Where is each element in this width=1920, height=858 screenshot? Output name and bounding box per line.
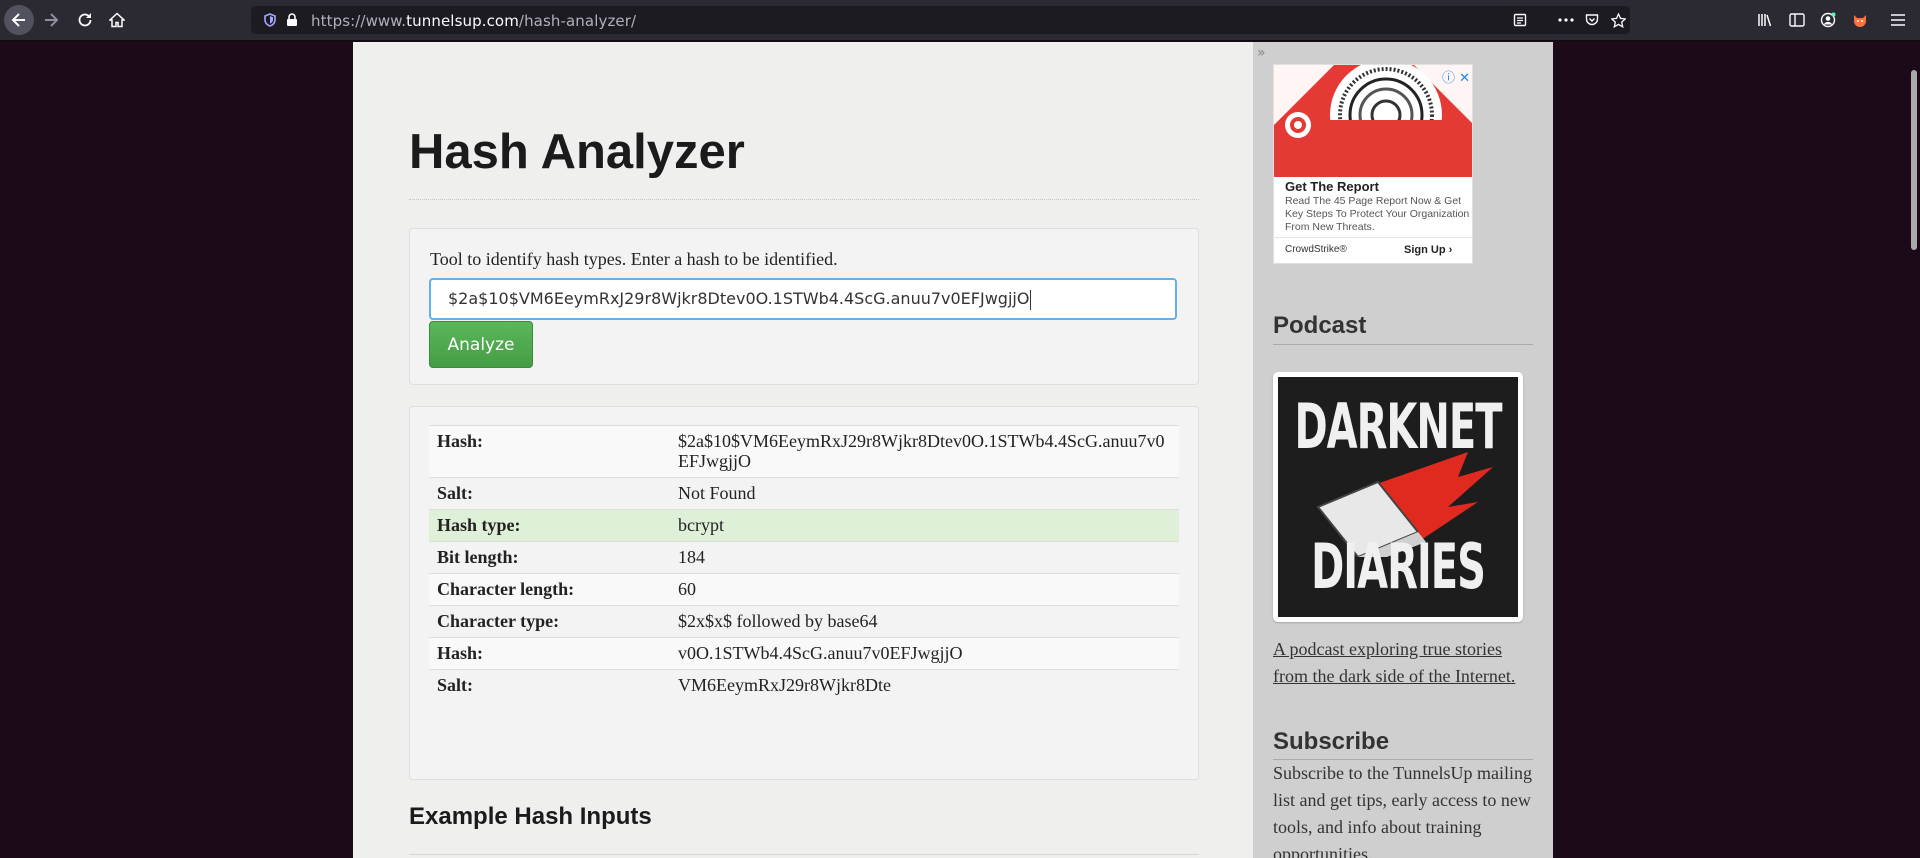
ad-image: ⓘ ✕: [1274, 65, 1472, 177]
podcast-divider: [1273, 344, 1533, 345]
more-actions-icon[interactable]: [1555, 9, 1577, 31]
scrollbar-thumb[interactable]: [1911, 70, 1917, 250]
result-key: Bit length:: [429, 541, 670, 574]
ad-cta-label: Sign Up: [1404, 244, 1446, 256]
result-value: $2x$x$ followed by base64: [670, 605, 1179, 638]
examples-divider: [409, 854, 1199, 855]
hash-form-panel: Tool to identify hash types. Enter a has…: [409, 228, 1199, 385]
hash-input-value: $2a$10$VM6EeymRxJ29r8Wjkr8Dtev0O.1STWb4.…: [448, 289, 1030, 308]
results-row: Character type: $2x$x$ followed by base64: [429, 605, 1179, 638]
page-content: Hash Analyzer Tool to identify hash type…: [353, 42, 1553, 858]
result-value: 60: [670, 573, 1179, 606]
results-row: Salt: VM6EeymRxJ29r8Wjkr8Dte: [429, 669, 1179, 701]
result-value: v0O.1STWb4.4ScG.anuu7v0EFJwgjjO: [670, 637, 1179, 670]
browser-toolbar: https://www.tunnelsup.com/hash-analyzer/: [0, 0, 1920, 41]
lock-icon[interactable]: [281, 9, 303, 31]
results-row: Bit length: 184: [429, 541, 1179, 574]
result-key: Hash type:: [429, 509, 670, 542]
url-path: /hash-analyzer/: [518, 12, 637, 30]
ad-title: Get The Report: [1285, 179, 1379, 194]
analyze-button[interactable]: Analyze: [429, 321, 533, 368]
podcast-heading: Podcast: [1273, 312, 1367, 339]
podcast-link[interactable]: A podcast exploring true stories from th…: [1273, 636, 1533, 690]
library-icon: [1758, 14, 1772, 27]
results-row: Hash type: bcrypt: [429, 509, 1179, 542]
podcast-art-line2: DIARIES: [1311, 532, 1486, 604]
chevron-right-icon: ›: [1448, 244, 1453, 256]
intro-text: Tool to identify hash types. Enter a has…: [430, 249, 838, 269]
url-scheme: https://www.: [311, 12, 407, 30]
result-key: Salt:: [429, 477, 670, 510]
ad-body: Read The 45 Page Report Now & Get Key St…: [1285, 195, 1470, 233]
ad-brand: CrowdStrike®: [1285, 244, 1347, 255]
result-value: Not Found: [670, 477, 1179, 510]
bookmark-star-icon[interactable]: [1607, 9, 1629, 31]
fox-extension-icon: [1854, 15, 1866, 27]
result-key: Salt:: [429, 669, 670, 701]
podcast-cover[interactable]: DARKNET DIARIES: [1273, 372, 1523, 622]
arrow-left-icon: [11, 13, 25, 27]
result-key: Hash:: [429, 425, 670, 478]
result-value: bcrypt: [670, 509, 1179, 542]
url-bar[interactable]: https://www.tunnelsup.com/hash-analyzer/: [251, 6, 1630, 34]
reload-button[interactable]: [70, 5, 100, 35]
library-button[interactable]: [1750, 5, 1780, 35]
home-icon: [109, 12, 125, 28]
result-value: 184: [670, 541, 1179, 574]
podcast-art: DARKNET DIARIES: [1278, 377, 1518, 617]
results-row: Character length: 60: [429, 573, 1179, 606]
result-key: Character length:: [429, 573, 670, 606]
extension-button[interactable]: [1845, 5, 1875, 35]
results-row: Hash: $2a$10$VM6EeymRxJ29r8Wjkr8Dtev0O.1S…: [429, 425, 1179, 478]
text-cursor: [1030, 289, 1032, 310]
url-text[interactable]: https://www.tunnelsup.com/hash-analyzer/: [311, 12, 636, 30]
tracking-protection-icon[interactable]: [259, 9, 281, 31]
sidebar-toggle-button[interactable]: [1782, 5, 1812, 35]
ad-divider: [1274, 237, 1472, 238]
pocket-icon[interactable]: [1581, 9, 1603, 31]
menu-button[interactable]: [1883, 5, 1913, 35]
result-value: VM6EeymRxJ29r8Wjkr8Dte: [670, 669, 1179, 701]
sidebar-icon: [1789, 13, 1805, 27]
page-title: Hash Analyzer: [409, 125, 745, 179]
reader-view-icon[interactable]: [1509, 9, 1531, 31]
results-row: Salt: Not Found: [429, 477, 1179, 510]
back-button[interactable]: [4, 5, 34, 35]
examples-heading: Example Hash Inputs: [409, 803, 652, 830]
result-key: Hash:: [429, 637, 670, 670]
subscribe-text: Subscribe to the TunnelsUp mailing list …: [1273, 763, 1533, 858]
forward-button[interactable]: [36, 5, 66, 35]
hamburger-menu-icon: [1891, 14, 1905, 26]
result-key: Character type:: [429, 605, 670, 638]
results-panel: Hash: $2a$10$VM6EeymRxJ29r8Wjkr8Dtev0O.1S…: [409, 406, 1199, 780]
account-icon: [1820, 12, 1836, 28]
arrow-right-icon: [45, 13, 59, 27]
title-divider: [409, 199, 1199, 200]
account-button[interactable]: [1813, 5, 1843, 35]
results-table: Hash: $2a$10$VM6EeymRxJ29r8Wjkr8Dtev0O.1S…: [429, 425, 1179, 701]
url-host: tunnelsup.com: [406, 12, 519, 30]
advertisement[interactable]: ⓘ ✕ Get The Report Read The 45 Page Repo…: [1273, 64, 1473, 264]
reload-icon: [78, 13, 92, 27]
ad-signup-link[interactable]: Sign Up ›: [1404, 244, 1452, 256]
main-column: Hash Analyzer Tool to identify hash type…: [353, 42, 1253, 858]
home-button[interactable]: [102, 5, 132, 35]
results-row: Hash: v0O.1STWb4.4ScG.anuu7v0EFJwgjjO: [429, 637, 1179, 670]
ad-close-icon[interactable]: ⓘ ✕: [1442, 67, 1470, 86]
hash-input[interactable]: $2a$10$VM6EeymRxJ29r8Wjkr8Dtev0O.1STWb4.…: [429, 278, 1177, 320]
subscribe-heading: Subscribe: [1273, 728, 1390, 755]
result-value: $2a$10$VM6EeymRxJ29r8Wjkr8Dtev0O.1STWb4.…: [670, 425, 1179, 478]
